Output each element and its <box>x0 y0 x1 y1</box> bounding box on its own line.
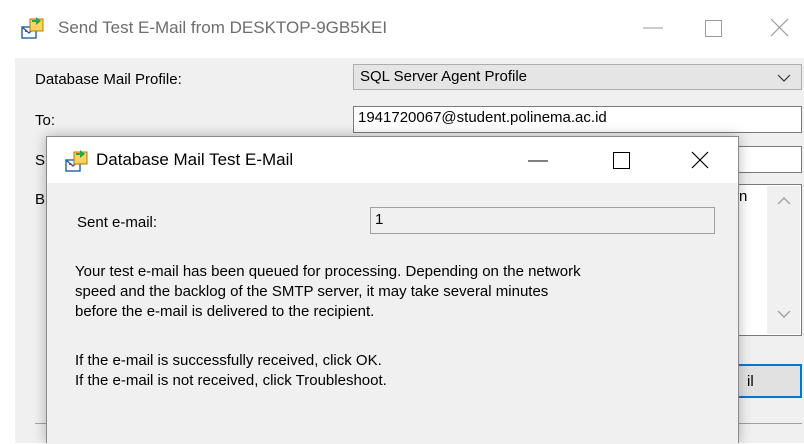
database-mail-icon <box>21 16 45 40</box>
sent-email-count: 1 <box>375 211 384 228</box>
subject-label: S <box>35 152 46 169</box>
back-window-titlebar[interactable]: Send Test E-Mail from DESKTOP-9GB5KEI <box>0 0 804 54</box>
window-title: Send Test E-Mail from DESKTOP-9GB5KEI <box>58 18 388 37</box>
chevron-down-icon <box>777 74 791 82</box>
body-label: B <box>35 191 46 208</box>
maximize-button[interactable] <box>691 11 737 43</box>
maximize-icon <box>705 20 722 37</box>
send-test-email-button-label: il <box>747 373 754 390</box>
subject-input[interactable] <box>739 146 802 173</box>
profile-select-value: SQL Server Agent Profile <box>360 68 528 85</box>
close-button[interactable] <box>757 11 803 43</box>
to-input[interactable]: 1941720067@student.polinema.ac.id <box>353 106 802 133</box>
maximize-icon <box>613 152 630 169</box>
scroll-up-icon[interactable] <box>777 196 791 205</box>
profile-label: Database Mail Profile: <box>35 71 182 88</box>
database-mail-test-dialog: Database Mail Test E-Mail Sent e-mail: 1… <box>46 136 739 444</box>
message-line: speed and the backlog of the SMTP server… <box>75 283 549 300</box>
instruction-message: If the e-mail is successfully received, … <box>75 351 387 391</box>
close-icon <box>691 151 709 169</box>
minimize-button[interactable] <box>630 11 676 43</box>
to-label: To: <box>35 112 56 129</box>
queued-message: Your test e-mail has been queued for pro… <box>75 262 581 322</box>
instruction-line: If the e-mail is not received, click Tro… <box>75 372 387 389</box>
message-line: before the e-mail is delivered to the re… <box>75 303 375 320</box>
dialog-titlebar[interactable]: Database Mail Test E-Mail <box>47 137 738 183</box>
scroll-down-icon[interactable] <box>777 310 791 319</box>
minimize-icon <box>528 160 548 162</box>
dialog-minimize-button[interactable] <box>515 143 561 175</box>
instruction-line: If the e-mail is successfully received, … <box>75 352 382 369</box>
sent-email-value: 1 <box>370 207 715 234</box>
to-input-value: 1941720067@student.polinema.ac.id <box>358 109 607 126</box>
dialog-maximize-button[interactable] <box>599 143 645 175</box>
close-icon <box>770 18 789 37</box>
message-line: Your test e-mail has been queued for pro… <box>75 263 581 280</box>
body-scrollbar[interactable] <box>767 186 800 334</box>
body-text-fragment: n <box>739 188 748 205</box>
sent-email-label: Sent e-mail: <box>77 214 158 231</box>
dialog-title: Database Mail Test E-Mail <box>96 150 294 169</box>
dialog-close-button[interactable] <box>677 143 723 175</box>
profile-select[interactable]: SQL Server Agent Profile <box>353 64 802 90</box>
database-mail-icon <box>65 149 89 173</box>
minimize-icon <box>643 27 663 29</box>
